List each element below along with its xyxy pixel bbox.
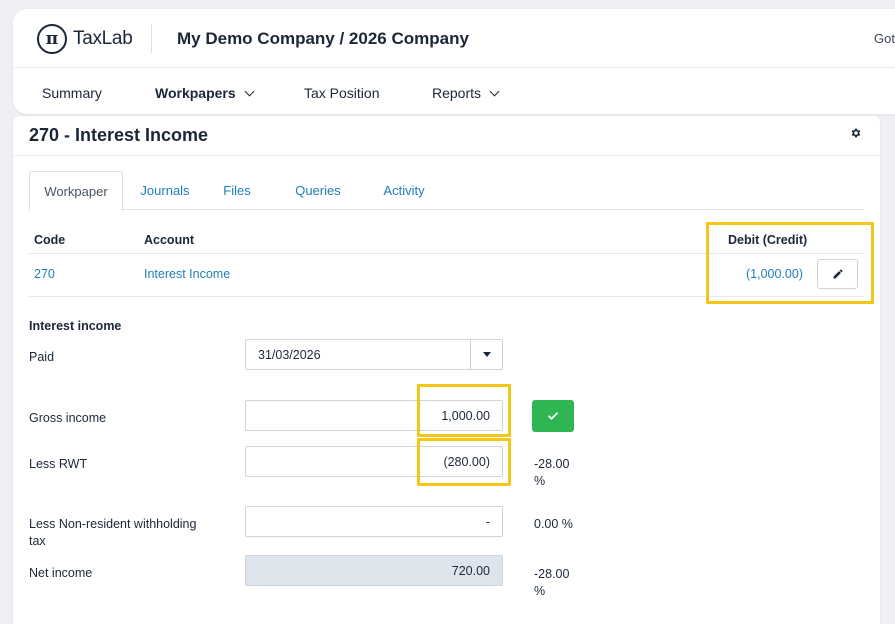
net-income-value: 720.00 — [451, 563, 490, 578]
tab-workpaper-label: Workpaper — [44, 183, 108, 199]
checkmark-icon — [548, 412, 558, 420]
less-nrwt-label: Less Non-resident withholding tax — [29, 516, 196, 550]
table-header-divider — [29, 253, 864, 254]
tab-files[interactable]: Files — [211, 171, 263, 210]
less-rwt-input[interactable]: (280.00) — [245, 446, 503, 477]
less-nrwt-value: - — [485, 514, 490, 529]
tab-journals-label: Journals — [140, 183, 190, 198]
brand-bar: π TaxLab My Demo Company / 2026 Company … — [13, 9, 895, 68]
tab-bar: Workpaper Journals Files Queries Activit… — [29, 171, 864, 211]
brand-name: TaxLab — [73, 28, 133, 49]
taxlab-logo[interactable]: π TaxLab — [37, 24, 133, 54]
chevron-down-icon — [244, 86, 255, 96]
title-divider — [13, 155, 880, 156]
rwt-percentage-value: -28.00 — [534, 457, 570, 471]
less-nrwt-label-line1: Less Non-resident withholding — [29, 517, 197, 531]
pencil-icon — [833, 269, 842, 279]
less-rwt-label: Less RWT — [29, 457, 88, 471]
app-header: π TaxLab My Demo Company / 2026 Company … — [13, 9, 895, 114]
tab-journals[interactable]: Journals — [129, 171, 201, 210]
chevron-down-icon — [489, 86, 500, 96]
paid-label: Paid — [29, 350, 55, 364]
nav-workpapers[interactable]: Workpapers — [155, 85, 255, 101]
user-menu[interactable]: Got — [874, 31, 895, 46]
caret-down-icon — [482, 352, 491, 357]
less-rwt-value: (280.00) — [443, 454, 490, 469]
edit-button[interactable] — [817, 259, 858, 289]
net-percentage: -28.00 % — [534, 566, 582, 600]
tab-queries-label: Queries — [295, 183, 341, 198]
workpaper-panel: 270 - Interest Income Workpaper Journals… — [13, 116, 880, 624]
nav-tax-position[interactable]: Tax Position — [304, 85, 379, 101]
account-code-link[interactable]: 270 — [34, 267, 55, 281]
nrwt-percentage: 0.00 % — [534, 517, 573, 531]
confirm-button[interactable] — [532, 400, 574, 432]
tab-files-label: Files — [223, 183, 251, 198]
paid-date-value: 31/03/2026 — [258, 347, 321, 362]
tab-activity-label: Activity — [383, 183, 425, 198]
nav-workpapers-label: Workpapers — [155, 85, 236, 101]
net-income-label: Net income — [29, 566, 93, 580]
less-nrwt-input[interactable]: - — [245, 506, 503, 537]
nav-reports[interactable]: Reports — [432, 85, 500, 101]
gear-icon[interactable] — [850, 127, 862, 139]
nav-reports-label: Reports — [432, 85, 482, 101]
account-amount[interactable]: (1,000.00) — [746, 267, 803, 281]
less-nrwt-label-line2: tax — [29, 534, 46, 548]
nav-summary-label: Summary — [42, 85, 102, 101]
taxlab-logo-icon: π — [37, 24, 67, 54]
page-title: 270 - Interest Income — [29, 125, 209, 145]
column-header-account: Account — [144, 233, 194, 247]
column-header-code: Code — [34, 233, 66, 247]
tab-queries[interactable]: Queries — [287, 171, 349, 210]
nav-summary[interactable]: Summary — [42, 85, 102, 101]
header-divider — [151, 24, 152, 53]
gross-income-input[interactable]: 1,000.00 — [245, 400, 503, 431]
rwt-percentage: -28.00 % — [534, 456, 582, 490]
paid-date-picker[interactable]: 31/03/2026 — [245, 339, 503, 370]
net-income-field: 720.00 — [245, 555, 503, 586]
column-header-debit-credit: Debit (Credit) — [728, 233, 808, 247]
company-title[interactable]: My Demo Company / 2026 Company — [177, 29, 469, 49]
table-bottom-divider — [29, 296, 864, 297]
date-dropdown-button[interactable] — [470, 340, 502, 369]
tab-activity[interactable]: Activity — [373, 171, 435, 210]
main-nav: Summary Workpapers Tax Position Reports — [13, 69, 895, 114]
rwt-percentage-unit: % — [534, 474, 546, 488]
tab-workpaper[interactable]: Workpaper — [29, 171, 123, 211]
gross-income-label: Gross income — [29, 411, 107, 425]
gross-income-value: 1,000.00 — [441, 408, 490, 423]
net-percentage-unit: % — [534, 584, 546, 598]
net-percentage-value: -28.00 — [534, 567, 570, 581]
nav-tax-position-label: Tax Position — [304, 85, 380, 101]
account-name-link[interactable]: Interest Income — [144, 267, 230, 281]
section-title: Interest income — [29, 319, 122, 333]
